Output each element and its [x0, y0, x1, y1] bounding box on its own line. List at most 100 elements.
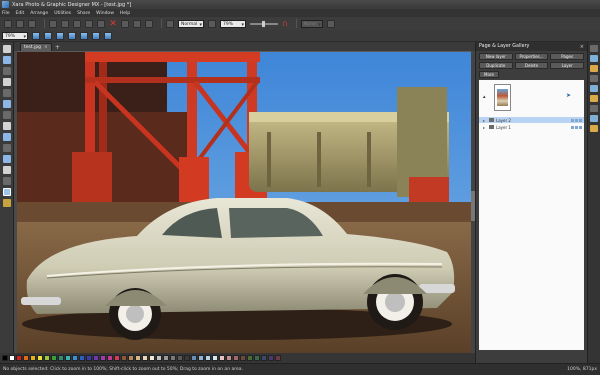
- color-swatch[interactable]: [135, 355, 141, 361]
- lock-icon[interactable]: [575, 125, 578, 129]
- color-swatch[interactable]: [177, 355, 183, 361]
- new-document-icon[interactable]: [4, 19, 12, 28]
- pages-button[interactable]: Pages: [550, 53, 584, 60]
- ellipse-tool-icon[interactable]: [2, 100, 11, 108]
- shape-editor-tool-icon[interactable]: [2, 56, 11, 64]
- color-swatch[interactable]: [23, 355, 29, 361]
- color-gallery-icon[interactable]: [590, 85, 598, 92]
- color-swatch[interactable]: [184, 355, 190, 361]
- color-swatch[interactable]: [79, 355, 85, 361]
- menu-share[interactable]: Share: [77, 11, 90, 16]
- color-swatch[interactable]: [142, 355, 148, 361]
- color-swatch[interactable]: [128, 355, 134, 361]
- color-swatch[interactable]: [107, 355, 113, 361]
- shadow-tool-icon[interactable]: [2, 144, 11, 152]
- menu-arrange[interactable]: Arrange: [30, 11, 48, 16]
- font-gallery-icon[interactable]: [590, 75, 598, 82]
- color-swatch[interactable]: [2, 355, 8, 361]
- bitmap-gallery-icon[interactable]: [590, 55, 598, 62]
- layer-visibility-icons[interactable]: [571, 125, 582, 129]
- color-swatch[interactable]: [86, 355, 92, 361]
- lock-icon[interactable]: [575, 118, 578, 122]
- color-swatch[interactable]: [72, 355, 78, 361]
- clipart-gallery-icon[interactable]: [590, 95, 598, 102]
- snap-magnet-icon[interactable]: ∩: [282, 19, 288, 28]
- zoom-tool-icon[interactable]: [2, 188, 11, 196]
- opacity-slider[interactable]: [250, 20, 278, 27]
- open-folder-icon[interactable]: [16, 19, 24, 28]
- zoom-dropdown[interactable]: 79%: [2, 31, 28, 41]
- color-swatch[interactable]: [93, 355, 99, 361]
- color-swatch[interactable]: [205, 355, 211, 361]
- color-swatch[interactable]: [254, 355, 260, 361]
- zoom-out-icon[interactable]: [44, 31, 52, 40]
- name-gallery-icon[interactable]: [590, 115, 598, 122]
- copy-icon[interactable]: [97, 19, 105, 28]
- save-icon[interactable]: [28, 19, 36, 28]
- duplicate-button[interactable]: Duplicate: [479, 62, 513, 69]
- opacity-dropdown[interactable]: 79%: [220, 19, 246, 29]
- delete-icon[interactable]: ✕: [109, 19, 117, 28]
- layer-button[interactable]: Layer: [550, 62, 584, 69]
- color-swatch[interactable]: [226, 355, 232, 361]
- color-swatch[interactable]: [51, 355, 57, 361]
- zoom-mode-dropdown[interactable]: Normal: [178, 19, 204, 29]
- transparency-tool-icon[interactable]: [2, 133, 11, 141]
- color-swatch[interactable]: [198, 355, 204, 361]
- transform-icon[interactable]: [145, 19, 153, 28]
- extrude-tool-icon[interactable]: [2, 177, 11, 185]
- close-tab-icon[interactable]: ×: [44, 45, 48, 50]
- menu-utilities[interactable]: Utilities: [54, 11, 71, 16]
- color-swatch[interactable]: [261, 355, 267, 361]
- document-tab[interactable]: test.jpg ×: [20, 43, 52, 51]
- menu-window[interactable]: Window: [96, 11, 114, 16]
- line-gallery-icon[interactable]: [590, 105, 598, 112]
- selector-tool-icon[interactable]: [2, 45, 11, 53]
- slider-knob[interactable]: [262, 20, 265, 27]
- menu-help[interactable]: Help: [120, 11, 130, 16]
- push-tool-icon[interactable]: [2, 199, 11, 207]
- delete-button[interactable]: Delete: [514, 62, 549, 69]
- layer-row-layer-2[interactable]: ▸ Layer 2: [479, 117, 584, 123]
- export-icon[interactable]: [61, 19, 69, 28]
- color-swatch[interactable]: [247, 355, 253, 361]
- color-swatch[interactable]: [156, 355, 162, 361]
- print-layer-icon[interactable]: [579, 118, 582, 122]
- zoom-page-icon[interactable]: [80, 31, 88, 40]
- photo-image[interactable]: [17, 52, 474, 353]
- visible-eye-icon[interactable]: [571, 118, 574, 122]
- color-swatch[interactable]: [58, 355, 64, 361]
- menu-edit[interactable]: Edit: [16, 11, 25, 16]
- color-swatch[interactable]: [275, 355, 281, 361]
- fill-tool-icon[interactable]: [2, 122, 11, 130]
- cut-icon[interactable]: [85, 19, 93, 28]
- color-swatch[interactable]: [114, 355, 120, 361]
- color-swatch[interactable]: [212, 355, 218, 361]
- new-tab-icon[interactable]: +: [55, 44, 60, 51]
- quality-icon[interactable]: [166, 19, 174, 28]
- properties-button[interactable]: Properties...: [514, 53, 549, 60]
- expand-layer-icon[interactable]: ▸: [479, 118, 489, 123]
- zoom-100-icon[interactable]: [104, 31, 112, 40]
- import-icon[interactable]: [49, 19, 57, 28]
- color-swatch[interactable]: [100, 355, 106, 361]
- color-swatch[interactable]: [44, 355, 50, 361]
- layer-row-layer-1[interactable]: ▸ Layer 1: [479, 124, 584, 130]
- print-layer-icon[interactable]: [579, 125, 582, 129]
- color-swatch[interactable]: [163, 355, 169, 361]
- color-swatch[interactable]: [149, 355, 155, 361]
- rectangle-tool-icon[interactable]: [2, 89, 11, 97]
- color-swatch[interactable]: [170, 355, 176, 361]
- zoom-drawing-icon[interactable]: [68, 31, 76, 40]
- color-swatch[interactable]: [37, 355, 43, 361]
- layer-visibility-icons[interactable]: [571, 118, 582, 122]
- canvas-area[interactable]: [14, 51, 475, 353]
- zoom-in-icon[interactable]: [32, 31, 40, 40]
- color-swatch[interactable]: [268, 355, 274, 361]
- color-swatch[interactable]: [121, 355, 127, 361]
- more-button[interactable]: More: [479, 71, 499, 78]
- close-icon[interactable]: ×: [580, 44, 584, 50]
- bevel-tool-icon[interactable]: [2, 166, 11, 174]
- menu-file[interactable]: File: [2, 11, 10, 16]
- fill-gallery-icon[interactable]: [590, 65, 598, 72]
